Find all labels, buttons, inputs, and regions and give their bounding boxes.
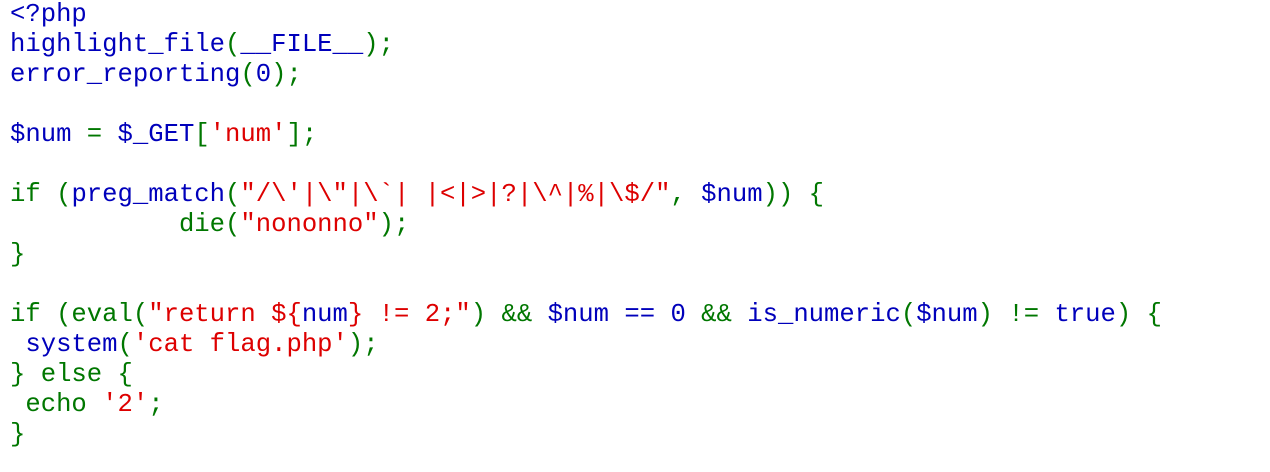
code-line: } (10, 420, 1270, 450)
keyword-token: ( (225, 180, 241, 209)
string-token: '2' (102, 390, 149, 419)
keyword-token: ]; (286, 120, 318, 149)
keyword-token: , (670, 180, 702, 209)
keyword-token: ); (271, 60, 302, 89)
keyword-token: ) { (1115, 300, 1162, 329)
keyword-token: )) { (762, 180, 825, 209)
code-token: $num (701, 180, 763, 209)
keyword-token: ( (900, 300, 917, 329)
code-line: highlight_file(__FILE__); (10, 30, 1270, 60)
keyword-token: ( (117, 330, 133, 359)
keyword-token (10, 330, 25, 359)
code-token: preg_match (71, 180, 226, 209)
code-token: num (301, 300, 348, 329)
code-token: 0 (255, 60, 272, 89)
code-token: true (1054, 300, 1116, 329)
code-token: __FILE__ (240, 30, 364, 59)
keyword-token: } (10, 240, 26, 269)
keyword-token: if (eval( (10, 300, 149, 329)
code-line: } else { (10, 360, 1270, 390)
code-line: die("nononno"); (10, 210, 1270, 240)
code-token: highlight_file (10, 30, 226, 59)
keyword-token: ) != (977, 300, 1055, 329)
string-token: 'cat flag.php' (132, 330, 348, 359)
code-token: system (25, 330, 118, 359)
code-token: is_numeric (747, 300, 901, 329)
code-line: if (eval("return ${num} != 2;") && $num … (10, 300, 1270, 330)
keyword-token: [ (194, 120, 210, 149)
code-token: $_GET (117, 120, 195, 149)
code-token: error_reporting (10, 60, 241, 89)
code-token: <?php (10, 0, 87, 29)
string-token: "return ${ (148, 300, 302, 329)
keyword-token: ( (225, 30, 241, 59)
keyword-token: = (86, 120, 118, 149)
keyword-token: ; (148, 390, 164, 419)
code-line: $num = $_GET['num']; (10, 120, 1270, 150)
keyword-token: ( (240, 60, 256, 89)
code-token: $num (10, 120, 87, 149)
code-line: error_reporting(0); (10, 60, 1270, 90)
keyword-token: ); (378, 210, 410, 239)
keyword-token: if ( (10, 180, 72, 209)
string-token: 'num' (209, 120, 287, 149)
code-token: $num (916, 300, 978, 329)
keyword-token: } else { (10, 360, 133, 389)
php-source-code: <?php highlight_file(__FILE__); error_repo… (0, 0, 1270, 450)
code-line: } (10, 240, 1270, 270)
code-line: echo '2'; (10, 390, 1270, 420)
string-token: "nononno" (240, 210, 379, 239)
keyword-token: ); (347, 330, 379, 359)
keyword-token: && (701, 300, 748, 329)
keyword-token: ); (363, 30, 394, 59)
string-token: } != 2;" (347, 300, 471, 329)
code-line: if (preg_match("/\'|\"|\`| |<|>|?|\^|%|\… (10, 180, 1270, 210)
string-token: "/\'|\"|\`| |<|>|?|\^|%|\$/" (240, 180, 671, 209)
code-line: <?php (10, 0, 1270, 30)
keyword-token: ) && (470, 300, 548, 329)
keyword-token: } (10, 420, 26, 449)
code-line: system('cat flag.php'); (10, 330, 1270, 360)
keyword-token: die( (10, 210, 241, 239)
code-token: == 0 (624, 300, 702, 329)
keyword-token: echo (10, 390, 103, 419)
code-token: $num (547, 300, 625, 329)
